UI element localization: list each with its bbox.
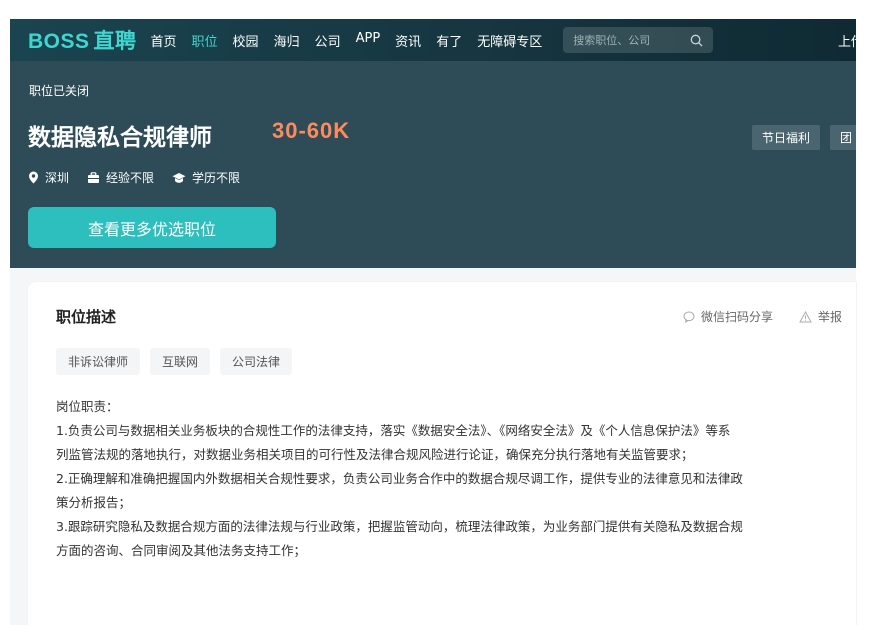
location-pin-icon <box>29 171 38 184</box>
skill-tag: 公司法律 <box>220 348 293 375</box>
report-button[interactable]: 举报 <box>799 308 842 325</box>
graduation-cap-icon <box>172 172 186 183</box>
nav-item-news[interactable]: 资讯 <box>395 31 421 50</box>
job-meta: 深圳 经验不限 学历不限 <box>28 169 258 186</box>
job-education: 学历不限 <box>172 169 240 186</box>
nav-item-accessibility[interactable]: 无障碍专区 <box>477 31 542 50</box>
nav-item-home[interactable]: 首页 <box>151 31 177 50</box>
nav-item-app[interactable]: APP <box>356 31 381 50</box>
nav-item-jobs[interactable]: 职位 <box>192 31 218 50</box>
skill-tag: 互联网 <box>150 348 211 375</box>
description-line: 1.负责公司与数据相关业务板块的合规性工作的法律支持，落实《数据安全法》、《网络… <box>56 423 731 438</box>
benefit-tag: 节日福利 <box>751 125 820 150</box>
description-line: 列监管法规的落地执行，对数据业务相关项目的可行性及法律合规风险进行论证，确保充分… <box>56 447 694 462</box>
job-experience: 经验不限 <box>87 169 154 186</box>
job-education-text: 学历不限 <box>192 171 241 185</box>
search-box[interactable] <box>563 27 714 53</box>
job-experience-text: 经验不限 <box>106 171 155 185</box>
job-status-label: 职位已关闭 <box>29 84 90 98</box>
card-actions: 微信扫码分享 举报 <box>657 308 842 325</box>
nav-item-youle[interactable]: 有了 <box>436 31 462 50</box>
search-input[interactable] <box>573 33 674 47</box>
logo-zh-text: 直聘 <box>93 29 137 53</box>
benefit-tag: 团 <box>829 125 862 150</box>
briefcase-icon <box>88 171 100 183</box>
section-title: 职位描述 <box>56 308 117 326</box>
logo-latin-text: BOSS <box>28 30 90 53</box>
wechat-share-button[interactable]: 微信扫码分享 <box>683 308 773 325</box>
wechat-icon <box>683 311 695 323</box>
description-line: 策分析报告； <box>56 495 132 510</box>
warning-icon <box>799 310 812 322</box>
nav-item-campus[interactable]: 校园 <box>233 31 259 50</box>
benefit-tags: 节日福利 团 <box>742 125 862 150</box>
description-line: 3.跟踪研究隐私及数据合规方面的法律法规与行业政策，把握监管动向，梳理法律政策，… <box>56 519 743 534</box>
description-line: 方面的咨询、合同审阅及其他法务支持工作； <box>56 543 307 558</box>
nav-item-overseas[interactable]: 海归 <box>274 31 300 50</box>
report-label: 举报 <box>817 310 842 324</box>
share-label: 微信扫码分享 <box>700 310 773 324</box>
job-description-card: 职位描述 微信扫码分享 举报 非诉讼律师 互联网 公司法律 岗位职责： 1.负责… <box>28 282 856 625</box>
boss-logo[interactable]: BOSS 直聘 <box>28 25 137 55</box>
description-line: 岗位职责： <box>56 399 119 414</box>
job-banner: 职位已关闭 数据隐私合规律师 30-60K 节日福利 团 深圳 经验不限 学历不… <box>10 61 862 268</box>
job-location-text: 深圳 <box>45 171 70 185</box>
more-jobs-button[interactable]: 查看更多优选职位 <box>28 207 276 248</box>
nav-menu: 首页 职位 校园 海归 公司 APP 资讯 有了 无障碍专区 <box>151 31 558 50</box>
description-line: 2.正确理解和准确把握国内外数据相关合规性要求，负责公司业务合作中的数据合规尽调… <box>56 471 743 486</box>
skill-tag: 非诉讼律师 <box>56 348 141 375</box>
search-icon[interactable] <box>690 34 703 47</box>
skill-tags: 非诉讼律师 互联网 公司法律 <box>56 348 302 375</box>
upload-resume-link[interactable]: 上传 <box>838 31 864 50</box>
job-description-text: 岗位职责： 1.负责公司与数据相关业务板块的合规性工作的法律支持，落实《数据安全… <box>56 395 856 563</box>
job-location: 深圳 <box>28 169 69 186</box>
job-title: 数据隐私合规律师 <box>28 125 212 151</box>
job-salary: 30-60K <box>272 118 351 143</box>
top-navigation-bar: BOSS直聘 首页 职位 校园 海归 公司 APP 资讯 有了 无障碍专区 上传 <box>10 19 864 61</box>
nav-item-company[interactable]: 公司 <box>315 31 341 50</box>
